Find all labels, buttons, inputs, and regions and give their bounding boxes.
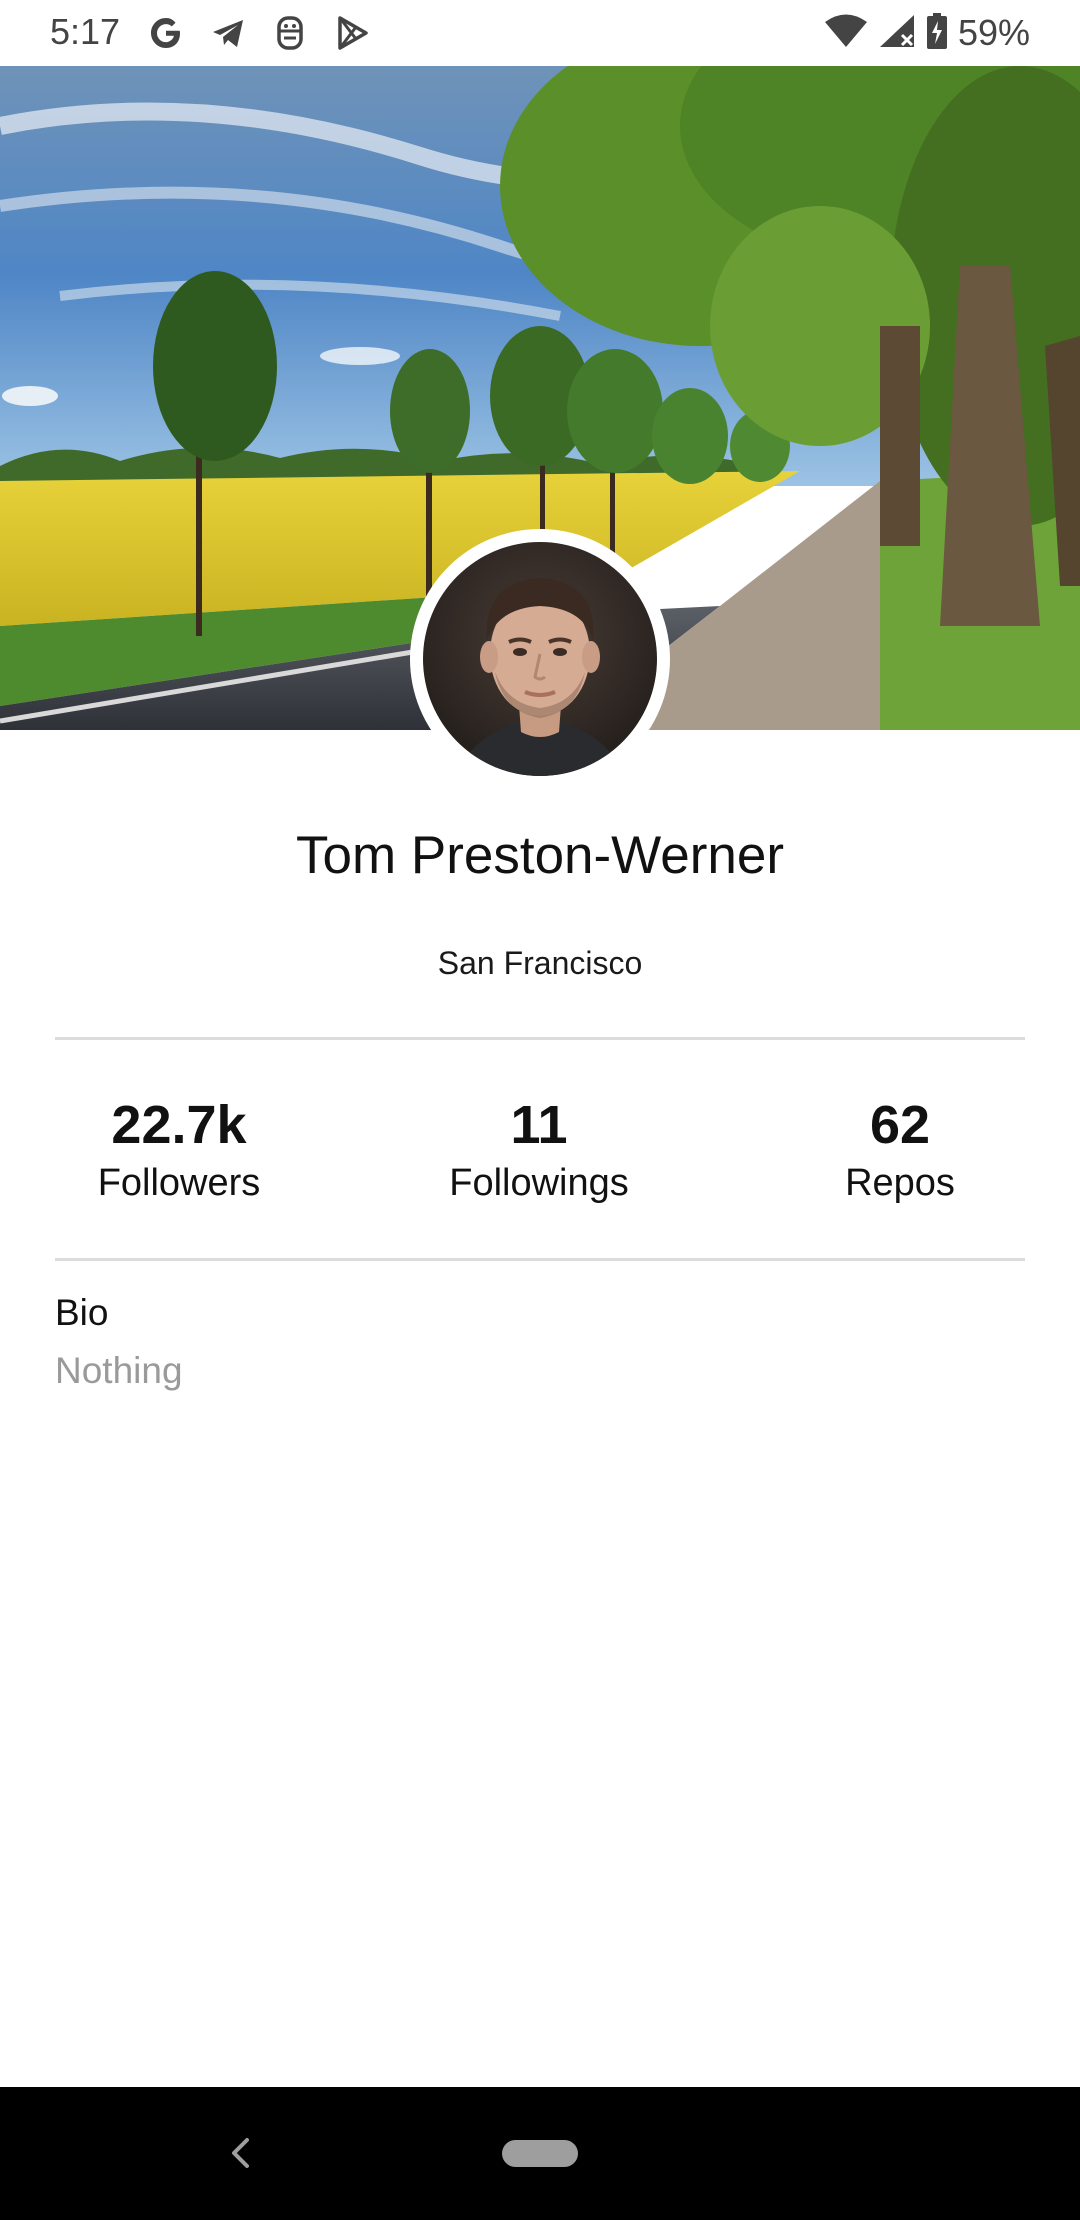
bio-label: Bio — [55, 1292, 109, 1333]
profile-screen: 5:17 59% Tom Preston-Werner San Francisc… — [0, 0, 1080, 2220]
stat-repos[interactable]: 62 Repos — [750, 1090, 1050, 1206]
stat-value: 62 — [869, 1095, 931, 1155]
navigation-bar — [0, 2087, 1080, 2220]
system-status-icons: 59% — [824, 8, 1030, 58]
stat-value: 22.7k — [111, 1095, 247, 1155]
notification-icons — [146, 12, 372, 54]
home-pill-icon[interactable] — [502, 2140, 578, 2167]
profile-location: San Francisco — [437, 945, 643, 981]
stat-label: Followings — [449, 1162, 629, 1204]
telegram-icon — [208, 13, 248, 53]
play-store-icon — [332, 13, 372, 53]
back-icon[interactable] — [218, 2131, 262, 2175]
avatar[interactable] — [410, 529, 670, 789]
cellular-no-signal-icon — [878, 13, 916, 54]
assistant-icon — [270, 13, 310, 53]
status-bar: 5:17 59% — [0, 0, 1080, 66]
stat-label: Repos — [845, 1162, 955, 1204]
bio-value: Nothing — [55, 1350, 183, 1391]
stats-row: 22.7k Followers 11 Followings 62 Repos — [0, 1090, 1080, 1210]
battery-percent: 59% — [957, 12, 1030, 53]
stats-bottom-divider — [55, 1258, 1025, 1261]
stats-top-divider — [55, 1037, 1025, 1040]
battery-charging-icon — [926, 12, 948, 55]
wifi-icon — [824, 13, 868, 54]
stat-followers[interactable]: 22.7k Followers — [29, 1090, 329, 1206]
profile-name: Tom Preston-Werner — [296, 826, 784, 885]
avatar-photo — [423, 542, 657, 776]
stat-label: Followers — [97, 1162, 261, 1204]
google-icon — [146, 13, 186, 53]
stat-followings[interactable]: 11 Followings — [389, 1090, 689, 1206]
stat-value: 11 — [510, 1095, 568, 1155]
status-time: 5:17 — [50, 11, 121, 52]
